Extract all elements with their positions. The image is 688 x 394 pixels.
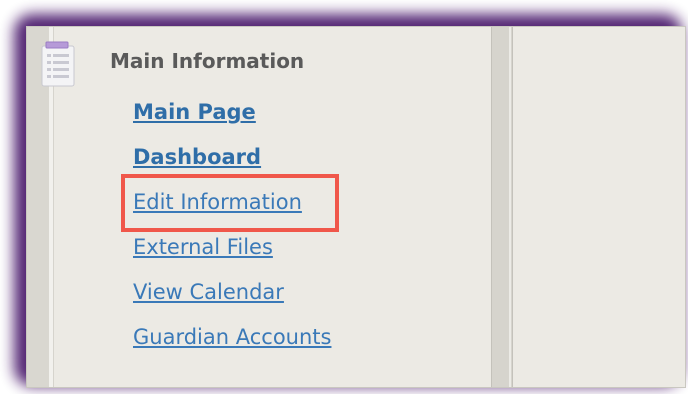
- screenshot-frame: Main Information Main Page Dashboard Edi…: [0, 0, 688, 394]
- panel-divider-highlight: [509, 27, 511, 387]
- navigation-panel: Main Information Main Page Dashboard Edi…: [26, 26, 686, 388]
- main-page-link[interactable]: Main Page: [133, 100, 256, 124]
- highlight-box: [121, 174, 339, 232]
- guardian-accounts-link[interactable]: Guardian Accounts: [133, 325, 331, 349]
- dashboard-link[interactable]: Dashboard: [133, 145, 261, 169]
- external-files-link[interactable]: External Files: [133, 235, 273, 259]
- document-list-icon: [41, 41, 75, 87]
- view-calendar-link[interactable]: View Calendar: [133, 280, 284, 304]
- section-title: Main Information: [110, 49, 305, 73]
